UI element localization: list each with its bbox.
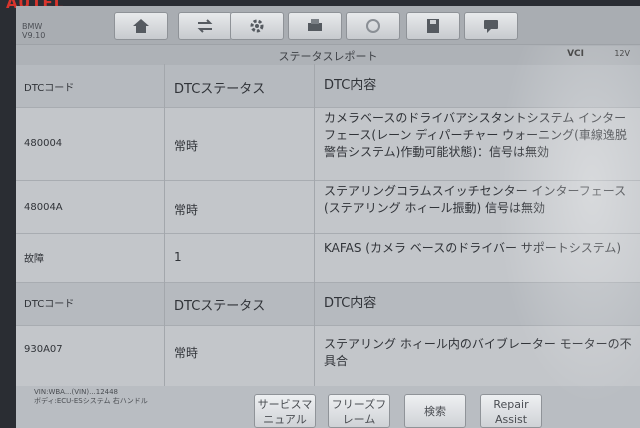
message-button[interactable]: [464, 12, 518, 40]
header-status: DTCステータス: [174, 82, 266, 97]
vehicle-info: BMW V9.10: [22, 22, 45, 40]
top-toolbar: BMW V9.10: [16, 6, 640, 44]
freeze-frame-button[interactable]: フリーズフレーム: [328, 394, 390, 428]
dtc-code: 480004: [24, 138, 63, 149]
header-code: DTCコード: [24, 83, 75, 94]
dtc-content: カメラベースのドライバアシスタントシステム インターフェース(レーン ディパーチ…: [324, 111, 627, 159]
dtc-status: 常時: [174, 203, 199, 217]
gear-icon: [250, 19, 264, 33]
home-icon: [133, 19, 149, 33]
dtc-content: ステアリングコラムスイッチセンター インターフェース(ステアリング ホィール振動…: [324, 184, 627, 215]
header-status: DTCステータス: [174, 299, 266, 314]
screen: BMW V9.10 ステータスレポート VCI 12V DTCコード DTCステ…: [16, 6, 640, 428]
column-divider: [164, 64, 165, 390]
header-content: DTC内容: [324, 78, 377, 93]
dtc-code: 48004A: [24, 202, 63, 213]
table-row[interactable]: 480004 常時 カメラベースのドライバアシスタントシステム インターフェース…: [16, 108, 640, 181]
dtc-status: 常時: [174, 139, 199, 153]
battery-status: 12V: [614, 49, 630, 58]
body-text: ボディ:ECU-ESシステム 右ハンドル: [34, 397, 148, 405]
search-button[interactable]: 検索: [404, 394, 466, 428]
column-divider: [314, 64, 315, 390]
repair-assist-button[interactable]: Repair Assist: [480, 394, 542, 428]
page-title: ステータスレポート: [278, 50, 378, 63]
fault-count: 1: [174, 250, 182, 264]
globe-icon: [366, 19, 380, 33]
vci-status: VCI: [567, 49, 584, 59]
print-button[interactable]: [288, 12, 342, 40]
chat-icon: [484, 20, 498, 33]
vehicle-make: BMW: [22, 22, 43, 31]
home-button[interactable]: [114, 12, 168, 40]
settings-button[interactable]: [230, 12, 284, 40]
vehicle-swap-button[interactable]: [178, 12, 232, 40]
fault-count-label: 故障: [24, 254, 44, 265]
save-button[interactable]: [406, 12, 460, 40]
table-header: DTCコード DTCステータス DTC内容: [16, 283, 640, 326]
software-version: V9.10: [22, 31, 46, 40]
table-row[interactable]: 故障 1 KAFAS (カメラ ベースのドライバー サポートシステム): [16, 234, 640, 283]
header-content: DTC内容: [324, 296, 377, 311]
vehicle-id: VIN:WBA...(VIN)...12448 ボディ:ECU-ESシステム 右…: [34, 388, 148, 406]
service-manual-button[interactable]: サービスマニュアル: [254, 394, 316, 428]
header-code: DTCコード: [24, 299, 75, 310]
table-row[interactable]: 930A07 常時 ステアリング ホィール内のバイブレーター モーターの不具合: [16, 326, 640, 387]
footer-bar: VIN:WBA...(VIN)...12448 ボディ:ECU-ESシステム 右…: [16, 386, 640, 428]
dtc-status: 常時: [174, 346, 199, 360]
vin-text: VIN:WBA...(VIN)...12448: [34, 388, 119, 396]
dtc-content: ステアリング ホィール内のバイブレーター モーターの不具合: [324, 337, 632, 368]
module-name: KAFAS (カメラ ベースのドライバー サポートシステム): [324, 241, 622, 255]
table-row[interactable]: 48004A 常時 ステアリングコラムスイッチセンター インターフェース(ステア…: [16, 181, 640, 234]
title-bar: ステータスレポート VCI 12V: [16, 44, 640, 65]
printer-icon: [308, 19, 322, 31]
save-icon: [427, 19, 439, 33]
car-swap-icon: [197, 19, 213, 33]
table-header: DTCコード DTCステータス DTC内容: [16, 65, 640, 108]
dtc-code: 930A07: [24, 344, 63, 355]
browser-button[interactable]: [346, 12, 400, 40]
